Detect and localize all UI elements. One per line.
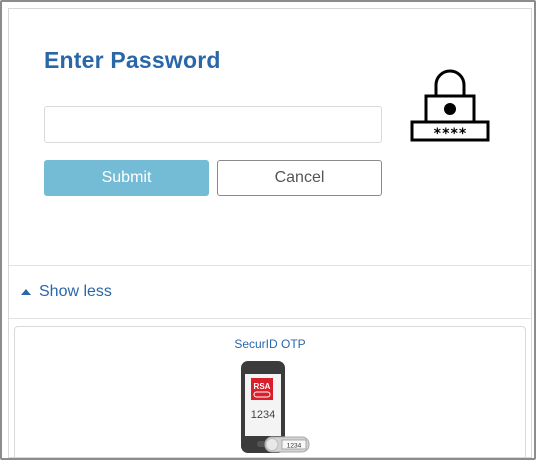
- password-input[interactable]: [44, 106, 382, 143]
- page-title: Enter Password: [44, 47, 221, 73]
- show-less-toggle[interactable]: Show less: [21, 283, 112, 301]
- section-divider: [9, 265, 531, 266]
- phone-code-text: 1234: [251, 409, 275, 421]
- window-frame: Enter Password Submit Cancel **** Show l…: [0, 0, 536, 460]
- rsa-phone-token-icon: RSA 1234 1234: [241, 361, 310, 453]
- section-divider: [9, 318, 531, 319]
- svg-text:****: ****: [433, 126, 467, 142]
- rsa-brand-text: RSA: [254, 382, 271, 391]
- securid-otp-option[interactable]: SecurID OTP RSA 1234 1234: [14, 326, 526, 457]
- caret-up-icon: [21, 289, 31, 295]
- method-label: SecurID OTP: [234, 337, 306, 351]
- password-dialog: Enter Password Submit Cancel **** Show l…: [8, 8, 532, 458]
- padlock-password-icon: ****: [410, 69, 490, 142]
- show-less-label: Show less: [39, 283, 112, 300]
- submit-button[interactable]: Submit: [44, 160, 209, 196]
- token-code-text: 1234: [287, 443, 302, 450]
- cancel-button[interactable]: Cancel: [217, 160, 382, 196]
